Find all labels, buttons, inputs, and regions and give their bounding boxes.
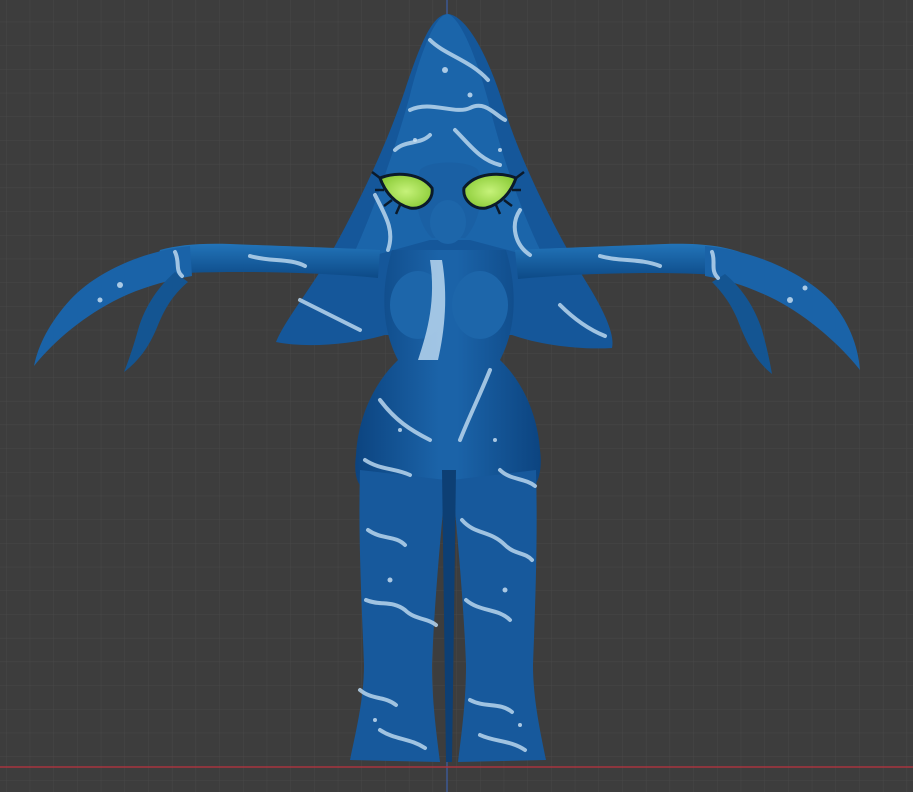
snout (430, 200, 466, 244)
3d-viewport[interactable] (0, 0, 913, 792)
left-leg (350, 470, 446, 762)
chest-right (452, 271, 508, 339)
right-leg (452, 470, 546, 762)
viewport-canvas[interactable] (0, 0, 913, 792)
